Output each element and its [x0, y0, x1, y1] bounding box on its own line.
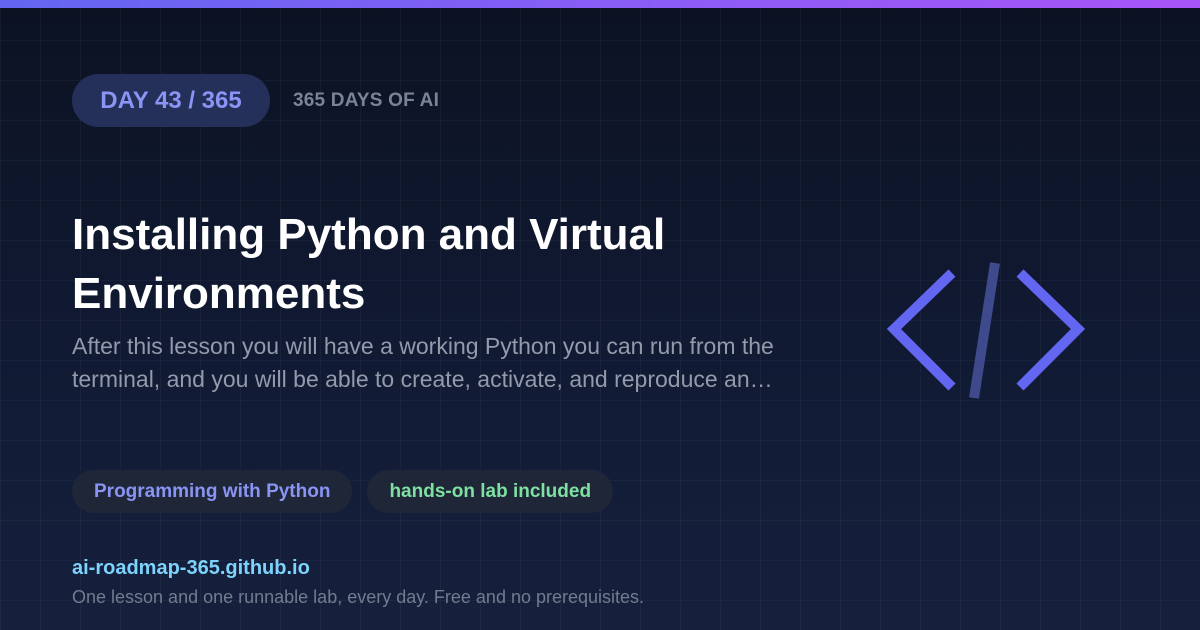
- code-brackets-icon: [886, 262, 1086, 399]
- tag-list: Programming with Python hands-on lab inc…: [72, 470, 614, 513]
- lesson-description: After this lesson you will have a workin…: [72, 333, 774, 392]
- site-link[interactable]: ai-roadmap-365.github.io: [72, 557, 310, 580]
- tag-lab: hands-on lab included: [367, 470, 614, 513]
- series-label: 365 DAYS OF AI: [293, 90, 440, 111]
- lesson-title: Installing Python and Virtual Environmen…: [72, 210, 666, 318]
- day-badge: DAY 43 / 365: [72, 74, 270, 127]
- slash: [969, 262, 1000, 399]
- tag-topic: Programming with Python: [72, 470, 353, 513]
- left-angle-bracket: [886, 269, 956, 391]
- accent-bar: [0, 0, 1200, 8]
- right-angle-bracket: [1016, 269, 1086, 391]
- tagline: One lesson and one runnable lab, every d…: [72, 587, 645, 607]
